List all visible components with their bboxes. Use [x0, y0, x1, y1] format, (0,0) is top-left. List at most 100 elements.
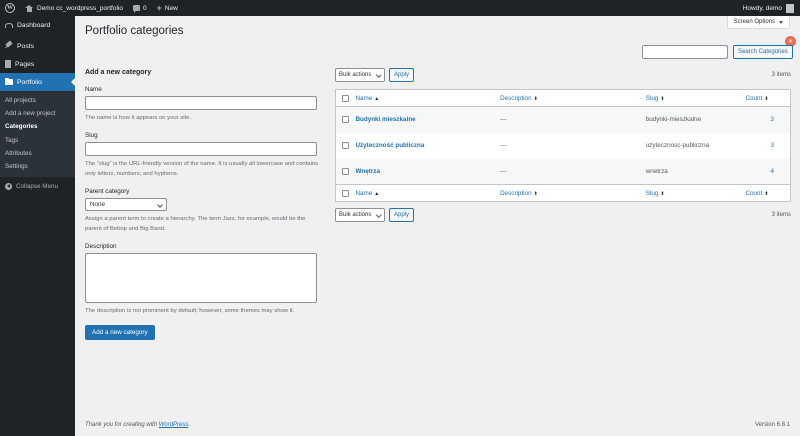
wordpress-link[interactable]: WordPress [159, 422, 189, 428]
column-name-label: Name [355, 190, 372, 197]
sort-icon: ⬍ [534, 191, 538, 197]
category-slug: budynki-mieszkalne [646, 107, 746, 133]
wordpress-logo-icon: W [5, 3, 15, 13]
sidebar-item-posts[interactable]: Posts [0, 37, 75, 55]
apply-button[interactable]: Apply [389, 208, 414, 222]
category-description: — [500, 159, 646, 185]
plus-icon: + [157, 4, 162, 13]
column-name-header[interactable]: Name▲ [355, 90, 500, 107]
name-label: Name [85, 86, 319, 93]
categories-table: Name▲ Description⬍ Slug⬍ Count⬍ Budynki … [335, 89, 791, 202]
row-checkbox[interactable] [342, 142, 349, 149]
submenu-categories[interactable]: Categories [0, 120, 75, 133]
column-description-label: Description [500, 95, 532, 102]
submenu-tags[interactable]: Tags [0, 134, 75, 147]
name-field[interactable] [85, 96, 317, 110]
site-name-link[interactable]: Demo cc_wordpress_portfolio [20, 0, 128, 16]
submenu-all-projects[interactable]: All projects [0, 94, 75, 107]
screen-options-button[interactable]: Screen Options [727, 16, 790, 29]
sort-icon: ⬍ [660, 96, 664, 102]
bulk-actions-select[interactable]: Bulk actions [335, 208, 385, 222]
category-name-link[interactable]: Budynki mieszkalne [355, 107, 500, 133]
column-slug-header[interactable]: Slug⬍ [646, 90, 746, 107]
new-content-button[interactable]: + New [152, 0, 183, 16]
description-textarea[interactable] [85, 253, 317, 303]
select-all-checkbox[interactable] [342, 190, 349, 197]
sidebar-item-portfolio[interactable]: Portfolio [0, 73, 75, 91]
column-name-label: Name [355, 95, 372, 102]
sidebar-item-label: Portfolio [17, 79, 42, 86]
select-all-cell [336, 90, 356, 107]
category-name-link[interactable]: Wnętrza [355, 159, 500, 185]
column-count-label: Count [746, 190, 763, 197]
column-description-label: Description [500, 190, 532, 197]
account-menu[interactable]: Howdy, demo [743, 4, 800, 13]
column-slug-label: Slug [646, 95, 659, 102]
parent-category-select[interactable]: None [85, 198, 167, 211]
table-row: Wnętrza — wnetrza 4 [336, 159, 791, 185]
folder-icon [5, 79, 13, 85]
collapse-menu-button[interactable]: Collapse Menu [0, 177, 75, 195]
name-help: The name is how it appears on your site. [85, 113, 319, 123]
form-heading: Add a new category [85, 69, 319, 76]
category-slug: wnetrza [646, 159, 746, 185]
search-input[interactable] [642, 45, 728, 59]
column-description-header[interactable]: Description⬍ [500, 185, 646, 202]
sidebar-item-dashboard[interactable]: Dashboard [0, 16, 75, 34]
sort-icon: ⬍ [764, 191, 768, 197]
column-name-header[interactable]: Name▲ [355, 185, 500, 202]
description-help: The description is not prominent by defa… [85, 306, 319, 316]
submenu-settings[interactable]: Settings [0, 160, 75, 173]
footer-thanks-text: Thank you for creating with [85, 422, 159, 428]
bulk-actions-select[interactable]: Bulk actions [335, 68, 385, 82]
categories-list: Bulk actions Apply 3 items Name▲ Descrip… [335, 68, 791, 222]
column-count-label: Count [746, 95, 763, 102]
select-all-cell [336, 185, 356, 202]
tablenav-top: Bulk actions Apply 3 items [335, 68, 791, 82]
home-icon [25, 5, 33, 12]
select-all-checkbox[interactable] [342, 95, 349, 102]
column-slug-label: Slug [646, 190, 659, 197]
add-category-form: Add a new category Name The name is how … [85, 68, 319, 340]
sidebar-item-label: Posts [17, 43, 34, 50]
apply-button[interactable]: Apply [389, 68, 414, 82]
howdy-label: Howdy, demo [743, 5, 782, 12]
table-header-row: Name▲ Description⬍ Slug⬍ Count⬍ [336, 90, 791, 107]
admin-bar: W Demo cc_wordpress_portfolio 0 + New Ho… [0, 0, 800, 16]
footer-thanks-suffix: . [188, 422, 190, 428]
admin-footer: Thank you for creating with WordPress. V… [85, 422, 790, 428]
footer-thanks: Thank you for creating with WordPress. [85, 422, 190, 428]
comments-link[interactable]: 0 [128, 0, 152, 16]
column-description-header[interactable]: Description⬍ [500, 90, 646, 107]
parent-category-value: None [90, 201, 105, 208]
add-category-button[interactable]: Add a new category [85, 325, 155, 340]
sidebar-item-pages[interactable]: Pages [0, 55, 75, 73]
column-count-header[interactable]: Count⬍ [746, 90, 791, 107]
table-footer-row: Name▲ Description⬍ Slug⬍ Count⬍ [336, 185, 791, 202]
caret-down-icon [779, 21, 783, 24]
items-count: 3 items [772, 72, 791, 78]
row-checkbox[interactable] [342, 168, 349, 175]
row-checkbox[interactable] [342, 116, 349, 123]
collapse-label: Collapse Menu [16, 183, 58, 190]
sidebar-item-label: Pages [15, 61, 34, 68]
table-row: Użyteczność publiczna — uzytecznosc-publ… [336, 133, 791, 159]
bulk-actions-label: Bulk actions [339, 72, 371, 78]
wordpress-logo-button[interactable]: W [0, 0, 20, 16]
category-slug: uzytecznosc-publiczna [646, 133, 746, 159]
slug-field[interactable] [85, 142, 317, 156]
category-count-link[interactable]: 3 [746, 107, 791, 133]
category-count-link[interactable]: 4 [746, 159, 791, 185]
search-categories-button[interactable]: Search Categories [733, 45, 793, 59]
version-text: Version 6.8.1 [755, 422, 790, 428]
bulk-actions-label: Bulk actions [339, 212, 371, 218]
collapse-icon [5, 183, 12, 190]
page-icon [5, 60, 11, 68]
chevron-down-icon [157, 202, 163, 208]
column-count-header[interactable]: Count⬍ [746, 185, 791, 202]
category-name-link[interactable]: Użyteczność publiczna [355, 133, 500, 159]
submenu-add-project[interactable]: Add a new project [0, 107, 75, 120]
category-count-link[interactable]: 3 [746, 133, 791, 159]
submenu-attributes[interactable]: Attributes [0, 147, 75, 160]
column-slug-header[interactable]: Slug⬍ [646, 185, 746, 202]
